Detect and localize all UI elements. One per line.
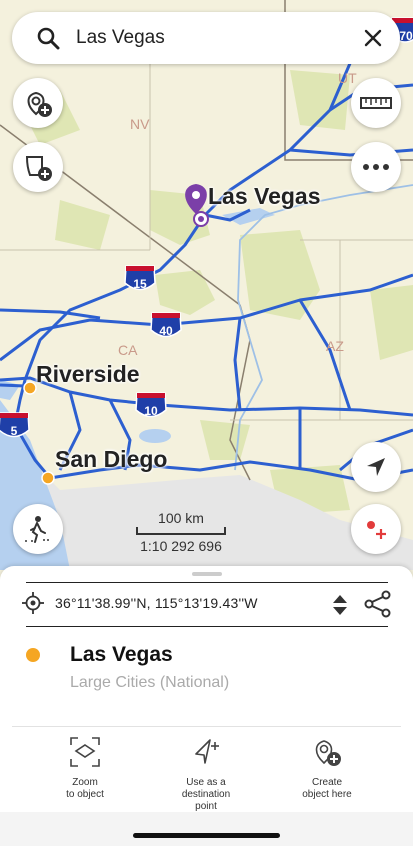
create-object-button[interactable]: Create object here [272,736,382,801]
category-dot [26,648,40,662]
use-as-destination-button[interactable]: Use as a destination point [151,736,261,813]
more-dots-icon [363,164,389,170]
state-label-az: AZ [326,338,344,354]
svg-text:5: 5 [11,424,18,438]
sheet-divider [12,726,401,727]
state-label-ca: CA [118,342,138,358]
zoom-frame-icon [70,737,100,767]
create-object-label: Create object here [302,777,352,800]
create-pin-icon [315,740,341,766]
scale-bar [136,527,226,535]
ruler-icon [360,97,392,109]
salton-sea [139,429,171,443]
place-title: Las Vegas [70,643,173,666]
city-label-riverside[interactable]: Riverside [36,361,140,388]
svg-text:70: 70 [399,29,413,43]
clear-search-icon[interactable] [364,29,382,47]
bottom-safe-area [0,812,413,846]
scale-label: 100 km [158,510,204,526]
add-area-button[interactable] [13,142,63,192]
red-plus-dot-icon [367,521,386,539]
add-waypoint-button[interactable] [351,504,401,554]
gps-target-icon [22,592,44,614]
ruler-button[interactable] [351,78,401,128]
riverside-dot[interactable] [23,381,37,395]
place-details-sheet[interactable]: 36°11'38.99''N, 115°13'19.43''W Las Vega… [0,566,413,846]
home-indicator[interactable] [133,833,280,838]
add-area-icon [25,156,52,181]
coordinates-text[interactable]: 36°11'38.99''N, 115°13'19.43''W [55,595,258,611]
scale-ratio: 1:10 292 696 [140,538,222,554]
coordinates-row[interactable]: 36°11'38.99''N, 115°13'19.43''W [12,582,402,627]
track-button[interactable] [13,504,63,554]
svg-text:40: 40 [159,324,173,338]
sheet-drag-handle[interactable] [192,572,222,576]
navigate-plus-icon [195,739,219,764]
search-bar[interactable]: Las Vegas [12,12,400,64]
state-label-ut: UT [338,70,357,86]
add-place-button[interactable] [13,78,63,128]
my-location-button[interactable] [351,442,401,492]
coord-bottom-divider [26,626,388,627]
more-options-button[interactable] [351,142,401,192]
add-place-icon [27,91,52,117]
zoom-to-object-button[interactable]: Zoom to object [30,736,140,801]
city-label-las-vegas[interactable]: Las Vegas [208,183,321,210]
zoom-to-object-label: Zoom to object [66,777,104,800]
city-label-san-diego[interactable]: San Diego [55,446,167,473]
navigation-arrow-icon [367,458,385,476]
svg-text:10: 10 [144,404,158,418]
san-diego-dot[interactable] [41,471,55,485]
use-as-destination-label: Use as a destination point [181,777,231,812]
search-input[interactable]: Las Vegas [76,27,165,49]
sort-arrows-icon[interactable] [332,594,348,616]
coord-top-divider [26,582,388,583]
actions-row: Zoom to object Use as a destination poin… [0,736,413,816]
state-label-nv: NV [130,116,150,132]
svg-text:15: 15 [133,277,147,291]
map-scale: 100 km 1:10 292 696 [136,510,226,554]
share-icon[interactable] [364,590,392,618]
search-icon [37,27,60,50]
place-category: Large Cities (National) [70,674,230,691]
hiker-track-icon [25,516,49,543]
